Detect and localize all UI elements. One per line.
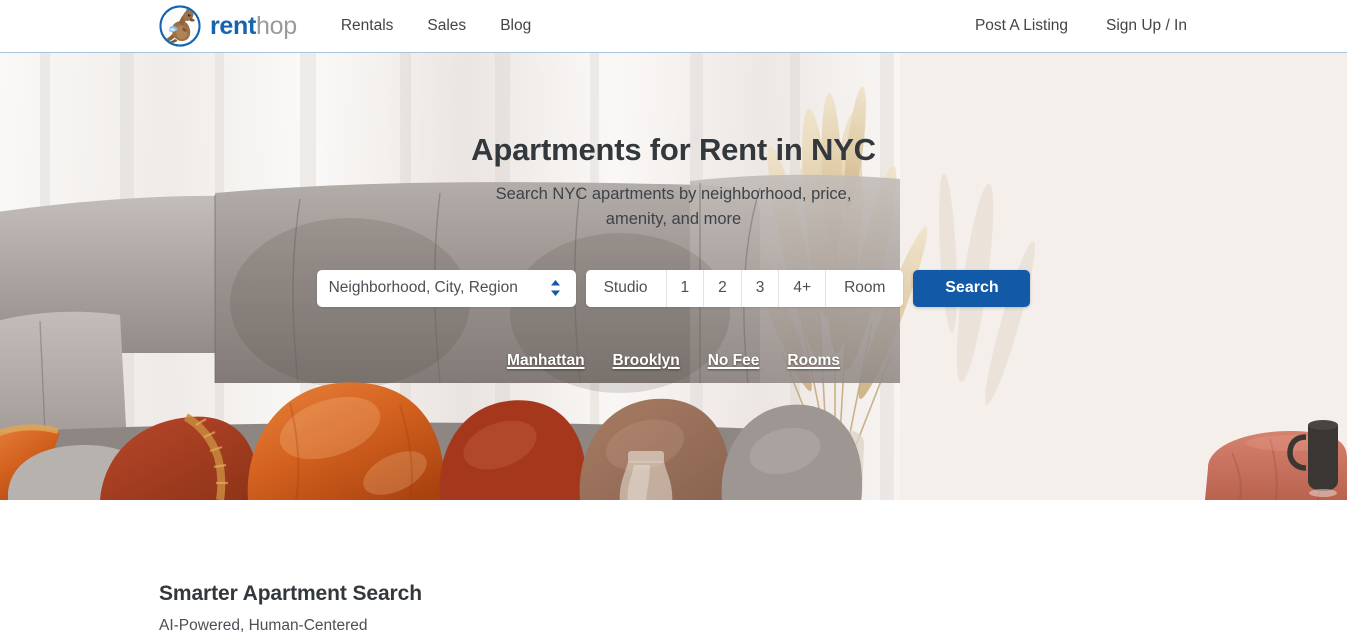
bedroom-option-1[interactable]: 1 [666, 269, 705, 307]
nav-sign-up-in[interactable]: Sign Up / In [1106, 17, 1187, 35]
hero-subtitle: Search NYC apartments by neighborhood, p… [495, 185, 852, 228]
hero-section: Apartments for Rent in NYC Search NYC ap… [0, 53, 1347, 500]
location-select-value: Neighborhood, City, Region [328, 279, 518, 297]
bedroom-option-3[interactable]: 3 [741, 269, 780, 307]
main-navigation: Rentals Sales Blog [341, 13, 531, 39]
header-account-group: Post A Listing Sign Up / In [937, 17, 1187, 35]
section-heading: Smarter Apartment Search [159, 582, 422, 605]
logo-wordmark: renthop [210, 11, 297, 40]
bedroom-option-studio[interactable]: Studio [585, 269, 667, 307]
nav-post-a-listing[interactable]: Post A Listing [975, 17, 1068, 35]
bedroom-filter-group: Studio 1 2 3 4+ Room [585, 269, 904, 307]
section-subheading: AI-Powered, Human-Centered [159, 617, 368, 634]
quick-link-brooklyn[interactable]: Brooklyn [613, 352, 680, 370]
nav-rentals[interactable]: Rentals [341, 13, 394, 39]
quick-link-rooms[interactable]: Rooms [787, 352, 840, 370]
hero-content: Apartments for Rent in NYC Search NYC ap… [0, 53, 1347, 500]
location-select[interactable]: Neighborhood, City, Region [316, 269, 576, 307]
nav-sales[interactable]: Sales [427, 13, 466, 39]
logo-word-rent: rent [210, 11, 257, 40]
chevron-up-down-icon [550, 280, 560, 297]
bedroom-option-4plus[interactable]: 4+ [779, 269, 827, 307]
hero-quick-links: Manhattan Brooklyn No Fee Rooms [507, 352, 840, 370]
quick-link-manhattan[interactable]: Manhattan [507, 352, 585, 370]
logo-word-hop: hop [256, 11, 297, 40]
page-title: Apartments for Rent in NYC [471, 132, 876, 167]
renthop-kangaroo-logo-icon [159, 5, 201, 47]
nav-blog[interactable]: Blog [500, 13, 531, 39]
header-left-group: renthop Rentals Sales Blog [159, 5, 531, 47]
logo-link[interactable]: renthop [159, 5, 297, 47]
quick-link-no-fee[interactable]: No Fee [708, 352, 760, 370]
smarter-search-section: Smarter Apartment Search AI-Powered, Hum… [0, 500, 1347, 635]
site-header: renthop Rentals Sales Blog Post A Listin… [0, 0, 1347, 53]
apartment-search-form: Neighborhood, City, Region Studio 1 2 3 … [316, 269, 1031, 307]
bedroom-option-2[interactable]: 2 [704, 269, 742, 307]
bedroom-option-room[interactable]: Room [826, 269, 904, 307]
search-button[interactable]: Search [913, 269, 1031, 307]
